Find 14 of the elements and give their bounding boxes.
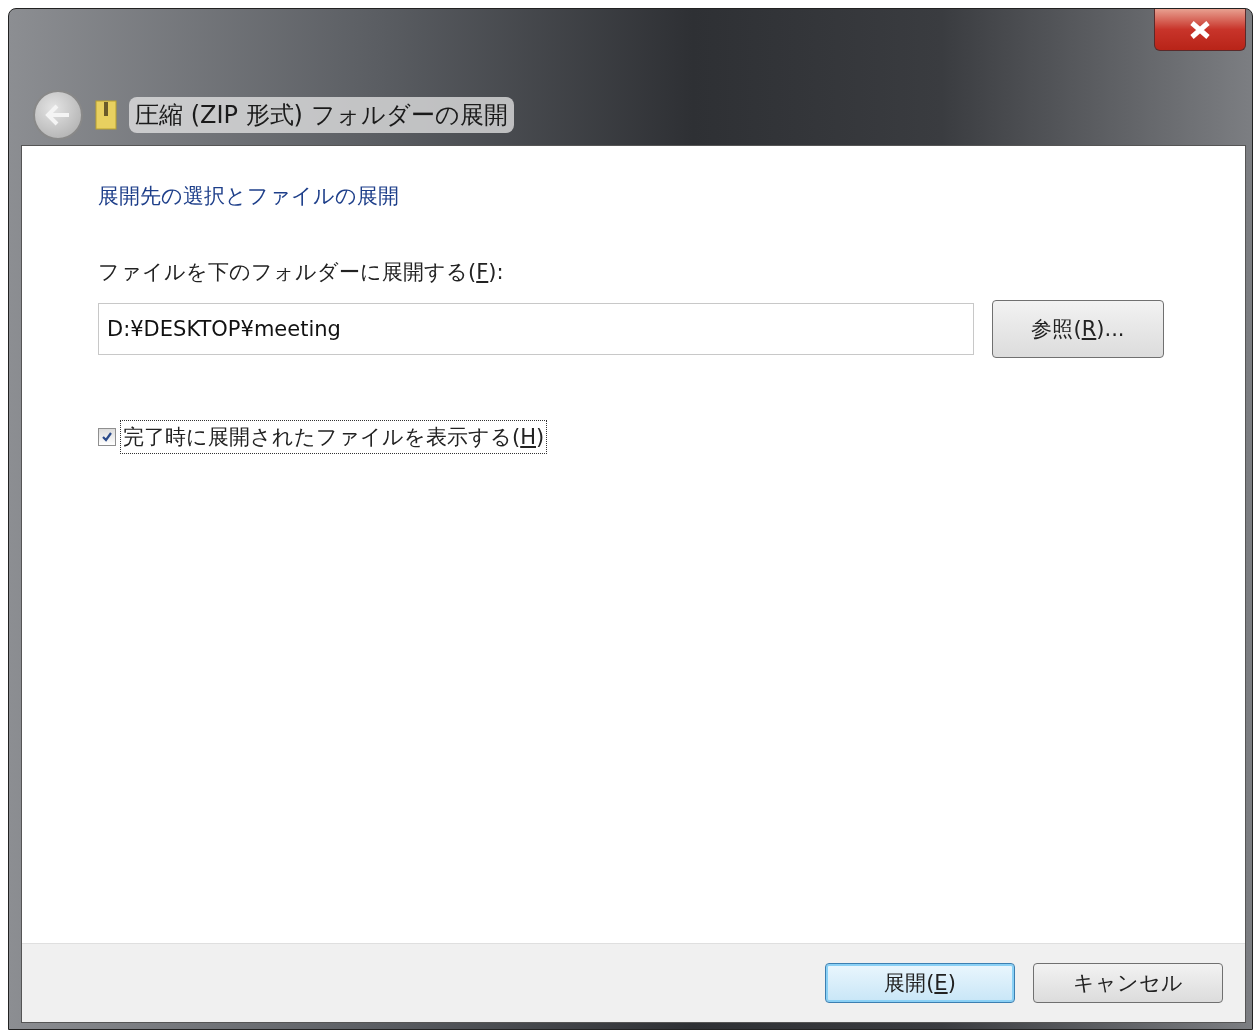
- close-button[interactable]: [1154, 9, 1246, 51]
- window-title: 圧縮 (ZIP 形式) フォルダーの展開: [129, 97, 514, 133]
- browse-button[interactable]: 参照(R)...: [992, 300, 1164, 358]
- cancel-button[interactable]: キャンセル: [1033, 963, 1223, 1003]
- folder-label: ファイルを下のフォルダーに展開する(F):: [98, 259, 505, 286]
- zip-folder-icon: [95, 100, 117, 130]
- checkbox-label[interactable]: 完了時に展開されたファイルを表示する(H): [120, 420, 548, 454]
- extract-button[interactable]: 展開(E): [825, 963, 1015, 1003]
- checkmark-icon: [101, 431, 113, 443]
- close-icon: [1189, 20, 1211, 39]
- checkbox[interactable]: [98, 428, 116, 446]
- section-heading: 展開先の選択とファイルの展開: [98, 183, 400, 210]
- back-arrow-icon: [45, 104, 71, 126]
- folder-path-field[interactable]: D:¥DESKTOP¥meeting: [98, 303, 974, 355]
